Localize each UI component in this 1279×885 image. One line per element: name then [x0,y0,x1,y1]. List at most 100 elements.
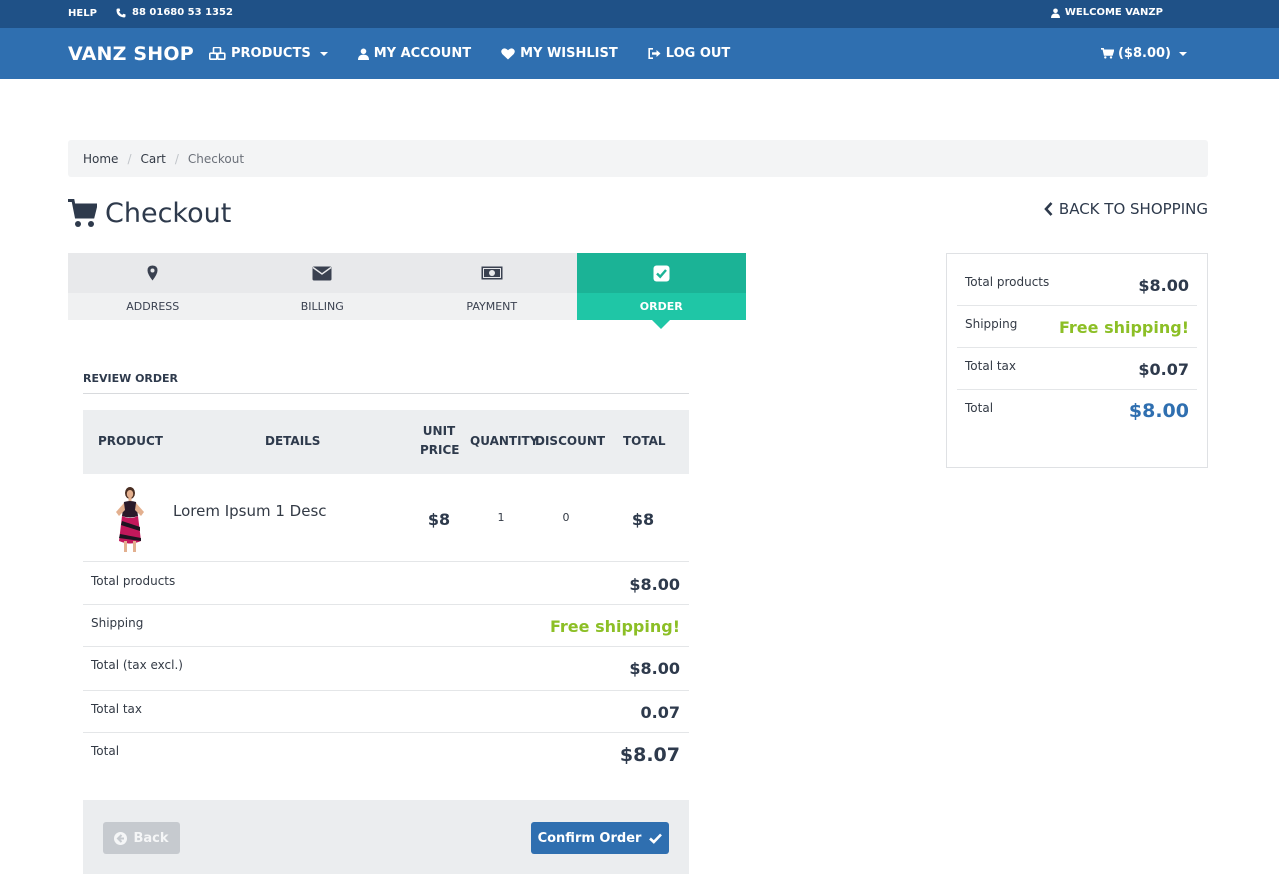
col-unit-price: UNIT PRICE [420,424,460,457]
nav-products[interactable]: PRODUCTS [209,46,328,61]
side-total: Total $8.00 [957,390,1197,436]
check-square-icon [653,265,670,281]
summary-value: $8.00 [629,575,680,594]
nav-my-account-label: MY ACCOUNT [373,46,472,61]
cart-total: ($8.00) [1117,46,1171,61]
order-table-header: PRODUCT DETAILS UNIT PRICE QUANTITY DISC… [83,410,689,474]
summary-label: Total products [91,574,176,588]
summary-value: Free shipping! [550,617,680,636]
product-thumbnail[interactable] [107,486,153,552]
summary-shipping: Shipping Free shipping! [83,605,689,647]
col-product: PRODUCT [98,434,163,448]
breadcrumb: Home / Cart / Checkout [68,140,1208,177]
nav-my-wishlist[interactable]: MY WISHLIST [501,46,618,61]
side-total-tax: Total tax $0.07 [957,348,1197,390]
top-bar: HELP 88 01680 53 1352 WELCOME VANZP [0,0,1279,28]
item-unit-price: $8 [427,510,451,529]
step-address[interactable]: ADDRESS [68,253,238,320]
cart-dropdown[interactable]: ($8.00) [1100,46,1187,61]
arrow-left-icon [114,831,128,845]
chevron-left-icon [1044,202,1053,216]
user-icon [357,48,369,60]
item-discount: 0 [562,511,570,524]
side-value: $8.00 [1128,400,1189,422]
side-label: Shipping [965,317,1018,331]
money-icon [481,266,503,280]
summary-total: Total $8.07 [83,733,689,779]
col-unit-price-line1: UNIT [422,424,456,438]
order-summary-panel: Total products $8.00 Shipping Free shipp… [946,253,1208,468]
phone-number: 88 01680 53 1352 [132,7,233,18]
back-to-shopping-label: BACK TO SHOPPING [1058,200,1208,218]
nav-log-out[interactable]: LOG OUT [648,46,731,61]
welcome-user[interactable]: WELCOME VANZP [1050,7,1163,18]
nav-products-label: PRODUCTS [231,46,311,61]
side-total-products: Total products $8.00 [957,264,1197,306]
summary-total-products: Total products $8.00 [83,563,689,605]
step-payment-label: PAYMENT [466,300,518,313]
summary-total-tax: Total tax 0.07 [83,691,689,733]
side-value: Free shipping! [1059,318,1189,337]
col-total: TOTAL [623,434,666,448]
breadcrumb-cart[interactable]: Cart [140,152,165,166]
step-billing-label: BILLING [300,300,344,313]
summary-value: 0.07 [640,703,680,722]
step-billing[interactable]: BILLING [237,253,407,320]
product-name[interactable]: Lorem Ipsum 1 Desc [173,502,327,520]
summary-value: $8.07 [619,744,680,766]
page-title: Checkout [68,198,231,229]
breadcrumb-home[interactable]: Home [83,152,118,166]
phone-contact: 88 01680 53 1352 [116,7,233,18]
side-label: Total [965,401,994,415]
phone-icon [116,8,126,17]
checkout-steps: ADDRESS BILLING PAYMENT ORDER [68,253,746,329]
col-details: DETAILS [265,434,321,448]
cubes-icon [209,47,226,60]
col-unit-price-line2: PRICE [420,443,460,457]
summary-label: Shipping [91,616,144,630]
step-order[interactable]: ORDER [576,253,746,329]
checkout-heading: Checkout [105,198,232,229]
breadcrumb-separator: / [127,151,132,166]
step-address-label: ADDRESS [126,300,180,313]
nav-menu: PRODUCTS MY ACCOUNT MY WISHLIST LOG OUT [209,46,760,61]
item-quantity: 1 [497,511,505,524]
confirm-order-button[interactable]: Confirm Order [531,822,669,854]
side-label: Total products [965,275,1050,289]
side-label: Total tax [965,359,1016,373]
user-icon [1050,8,1060,18]
step-order-label: ORDER [639,300,683,313]
brand-logo[interactable]: VANZ SHOP [68,43,194,65]
summary-label: Total (tax excl.) [91,658,183,672]
review-order-title: REVIEW ORDER [83,372,689,394]
nav-log-out-label: LOG OUT [665,46,731,61]
summary-tax-excl: Total (tax excl.) $8.00 [83,647,689,691]
cart-icon [1100,48,1114,59]
back-button-label: Back [133,830,169,846]
order-actions: Back Confirm Order [83,800,689,874]
nav-my-account[interactable]: MY ACCOUNT [357,46,472,61]
side-shipping: Shipping Free shipping! [957,306,1197,348]
shopping-cart-icon [68,198,97,227]
nav-my-wishlist-label: MY WISHLIST [520,46,618,61]
check-icon [649,833,663,844]
help-link[interactable]: HELP [68,8,97,19]
summary-value: $8.00 [629,659,680,678]
chevron-down-icon [319,51,328,56]
summary-label: Total [91,744,120,758]
breadcrumb-checkout: Checkout [187,151,245,166]
chevron-down-icon [1179,51,1187,56]
breadcrumb-separator: / [174,151,179,166]
side-value: $8.00 [1138,276,1189,295]
col-discount: DISCOUNT [535,434,606,448]
step-payment[interactable]: PAYMENT [407,253,577,320]
item-total: $8 [631,510,655,529]
back-button[interactable]: Back [103,822,180,854]
confirm-order-label: Confirm Order [537,830,642,846]
map-marker-icon [147,265,158,281]
side-value: $0.07 [1138,360,1189,379]
logout-icon [648,48,661,59]
table-row: Lorem Ipsum 1 Desc $8 1 0 $8 [83,474,689,562]
summary-label: Total tax [91,702,142,716]
back-to-shopping-link[interactable]: BACK TO SHOPPING [1044,200,1208,218]
